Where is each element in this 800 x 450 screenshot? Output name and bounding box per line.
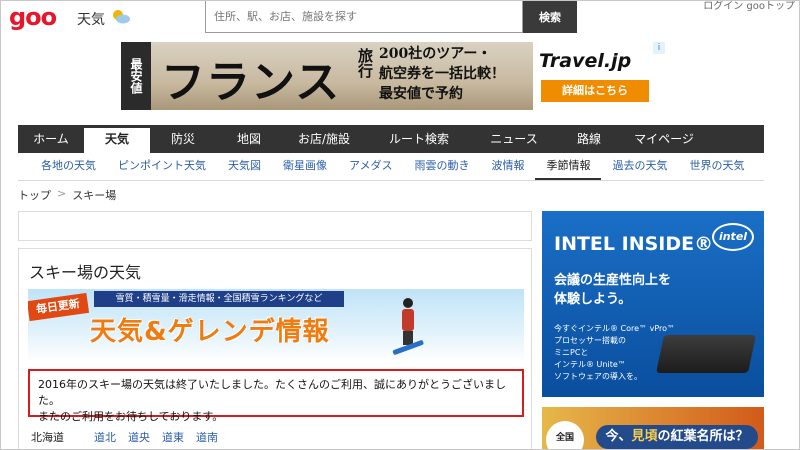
nav-item-shops[interactable]: お店/施設	[282, 125, 366, 153]
autumn-text-prefix: 今、	[605, 429, 632, 444]
season-end-notice: 2016年のスキー場の天気は終了いたしました。たくさんのご利用、誠にありがとうご…	[28, 369, 524, 423]
search-field[interactable]	[205, 1, 523, 33]
intel-logo: intel	[712, 223, 754, 251]
subnav-waves[interactable]: 波情報	[480, 153, 535, 180]
notice-line: 2016年のスキー場の天気は終了いたしました。たくさんのご利用、誠にありがとうご…	[38, 378, 506, 407]
travel-jp-logo: Travel.jp	[539, 50, 632, 72]
nav-item-disaster[interactable]: 防災	[150, 125, 216, 153]
intel-ad[interactable]: INTEL INSIDE® intel 会議の生産性向上を 体験しよう。 今すぐ…	[542, 211, 764, 397]
intel-small-line: ソフトウェアの導入を。	[554, 372, 642, 381]
intel-lead-line: 会議の生産性向上を	[554, 273, 672, 288]
autumn-ad-text: 今、見頃の紅葉名所は？	[596, 425, 758, 449]
breadcrumb: トップ > スキー場	[18, 187, 116, 203]
sun-cloud-icon	[113, 10, 130, 24]
subnav-weather-map[interactable]: 天気図	[217, 153, 272, 180]
search-input[interactable]	[206, 1, 522, 32]
travel-ad-banner[interactable]: 最安値 フランス 旅行 200社のツアー・ 航空券を一括比較！ 最安値で予約 T…	[121, 42, 665, 110]
subnav-rain-radar[interactable]: 雨雲の動き	[403, 153, 480, 180]
region-link-donan[interactable]: 道南	[196, 429, 218, 445]
snowboarder-icon	[392, 298, 424, 355]
site-header: goo 天気 検索 ログイン gooトップ	[1, 1, 799, 37]
ad-cheapest-label: 最安値	[121, 42, 151, 110]
empty-panel	[18, 211, 532, 241]
region-link-dohoku[interactable]: 道北	[94, 429, 116, 445]
main-nav: ホーム 天気 防災 地図 お店/施設 ルート検索 ニュース 路線 マイページ	[18, 125, 764, 153]
autumn-leaves-ad[interactable]: 全国 今、見頃の紅葉名所は？	[542, 407, 764, 449]
nav-item-mypage[interactable]: マイページ	[622, 125, 706, 153]
intel-small-line: ミニPCと	[554, 348, 589, 357]
browser-frame: goo 天気 検索 ログイン gooトップ 最安値 フランス 旅行 200社のツ…	[0, 0, 800, 450]
nav-item-home[interactable]: ホーム	[18, 125, 84, 153]
breadcrumb-home[interactable]: トップ	[18, 187, 51, 203]
ad-copy-line: 最安値で予約	[379, 86, 463, 102]
breadcrumb-current: スキー場	[72, 189, 117, 202]
ad-brand-panel: Travel.jp 詳細はこちら	[533, 42, 665, 110]
subnav-pinpoint[interactable]: ピンポイント天気	[107, 153, 217, 180]
region-link-doto[interactable]: 道東	[162, 429, 184, 445]
ski-info-banner[interactable]: 毎日更新 雪質・積雪量・滑走情報・全国積雪ランキングなど 天気&ゲレンデ情報	[28, 289, 524, 361]
autumn-text-suffix: の紅葉名所は？	[657, 429, 749, 444]
subnav-world-weather[interactable]: 世界の天気	[678, 153, 755, 180]
nav-item-map[interactable]: 地図	[216, 125, 282, 153]
region-label-hokkaido: 北海道	[31, 431, 64, 444]
header-top-links[interactable]: ログイン gooトップ	[703, 1, 795, 12]
ski-weather-panel: スキー場の天気 毎日更新 雪質・積雪量・滑走情報・全国積雪ランキングなど 天気&…	[18, 248, 532, 449]
banner-topline: 雪質・積雪量・滑走情報・全国積雪ランキングなど	[94, 291, 344, 307]
region-link-doo[interactable]: 道央	[128, 429, 150, 445]
intel-small-line: 今すぐインテル® Core™ vPro™	[554, 324, 676, 333]
notice-line: またのご利用をお待ちしております。	[38, 410, 224, 423]
ad-copy: 200社のツアー・ 航空券を一括比較！ 最安値で予約	[379, 44, 505, 104]
nav-item-transit[interactable]: 路線	[556, 125, 622, 153]
subnav-past-weather[interactable]: 過去の天気	[601, 153, 678, 180]
weather-sub-nav: 各地の天気 ピンポイント天気 天気図 衛星画像 アメダス 雨雲の動き 波情報 季…	[18, 153, 764, 181]
ad-info-icon[interactable]: i	[653, 42, 665, 54]
autumn-text-highlight: 見頃	[631, 429, 658, 444]
nav-item-weather[interactable]: 天気	[84, 125, 150, 153]
ad-headline: フランス	[161, 57, 341, 108]
ad-details-button[interactable]: 詳細はこちら	[541, 80, 649, 102]
subnav-local-weather[interactable]: 各地の天気	[30, 153, 107, 180]
intel-ad-title: INTEL INSIDE®	[554, 233, 714, 255]
weather-section-label[interactable]: 天気	[77, 9, 105, 29]
region-links: 北海道 道北 道央 道東 道南	[31, 429, 218, 445]
nav-item-news[interactable]: ニュース	[472, 125, 556, 153]
intel-ad-small-copy: 今すぐインテル® Core™ vPro™ プロセッサー搭載の ミニPCと インテ…	[554, 323, 675, 383]
page-title: スキー場の天気	[29, 263, 142, 282]
subnav-seasonal[interactable]: 季節情報	[535, 153, 602, 180]
nav-item-route[interactable]: ルート検索	[366, 125, 472, 153]
intel-ad-lead: 会議の生産性向上を 体験しよう。	[554, 271, 671, 309]
banner-headline: 天気&ゲレンデ情報	[90, 317, 330, 347]
subnav-satellite[interactable]: 衛星画像	[272, 153, 338, 180]
ad-copy-line: 航空券を一括比較！	[379, 66, 505, 82]
intel-lead-line: 体験しよう。	[554, 292, 632, 307]
subnav-amedas[interactable]: アメダス	[338, 153, 403, 180]
breadcrumb-separator-icon: >	[57, 187, 67, 200]
ad-headline-sub: 旅行	[356, 48, 374, 78]
ad-copy-line: 200社のツアー・	[379, 46, 492, 62]
intel-small-line: プロセッサー搭載の	[554, 336, 626, 345]
daily-update-badge: 毎日更新	[28, 292, 90, 322]
mini-pc-image	[655, 335, 757, 373]
search-button[interactable]: 検索	[523, 1, 577, 33]
goo-logo[interactable]: goo	[9, 3, 57, 31]
nationwide-badge: 全国	[546, 421, 584, 449]
